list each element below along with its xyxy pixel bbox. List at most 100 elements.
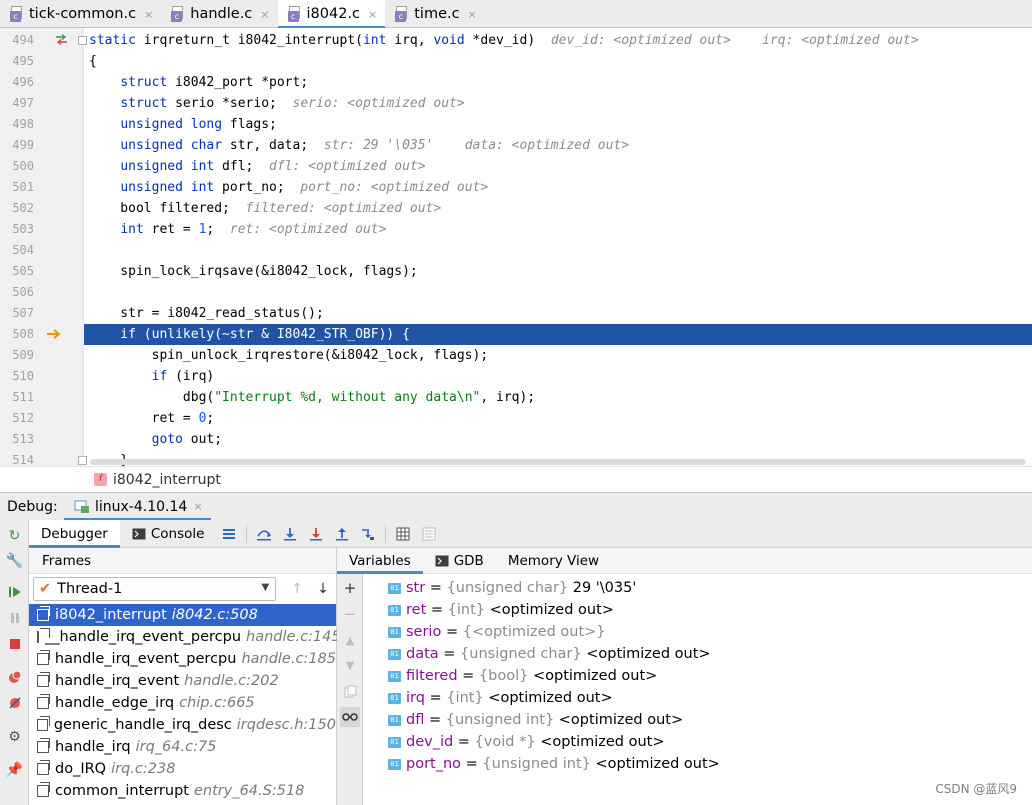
move-down-icon[interactable]: ▼ [340, 655, 360, 675]
variable-row[interactable]: 01 filtered = {bool} <optimized out> [388, 665, 657, 687]
line-number[interactable]: 510 [0, 366, 34, 387]
layout-menu-icon[interactable] [216, 520, 242, 548]
tab-gdb[interactable]: GDB [423, 548, 496, 574]
code-line[interactable]: 505 spin_lock_irqsave(&i8042_lock, flags… [0, 261, 1032, 282]
code-line[interactable]: 512 ret = 0; [0, 408, 1032, 429]
line-number[interactable]: 497 [0, 93, 34, 114]
code-line[interactable]: 499 unsigned char str, data; str: 29 '\0… [0, 135, 1032, 156]
code-line[interactable]: 506 [0, 282, 1032, 303]
debug-session-tab[interactable]: linux-4.10.14 × [64, 493, 211, 521]
line-number[interactable]: 506 [0, 282, 34, 303]
line-number[interactable]: 514 [0, 450, 34, 466]
line-number[interactable]: 507 [0, 303, 34, 324]
step-into-icon[interactable] [277, 520, 303, 548]
stack-frame-item[interactable]: handle_irq irq_64.c:75 [29, 736, 336, 758]
code-line[interactable]: 500 unsigned int dfl; dfl: <optimized ou… [0, 156, 1032, 177]
editor-tab[interactable]: c time.c × [385, 0, 485, 28]
line-number[interactable]: 505 [0, 261, 34, 282]
thread-select[interactable]: ✔ Thread-1 ▼ [33, 577, 277, 601]
mute-breakpoints-icon[interactable] [5, 693, 24, 712]
run-to-cursor-icon[interactable] [355, 520, 381, 548]
resume-icon[interactable] [5, 582, 24, 601]
stack-frame-item[interactable]: do_IRQ irq.c:238 [29, 758, 336, 780]
editor-tab[interactable]: c tick-common.c × [0, 0, 161, 28]
step-over-icon[interactable] [251, 520, 277, 548]
execution-point-line[interactable]: 508 if (unlikely(~str & I8042_STR_OBF)) … [0, 324, 1032, 345]
pin-icon[interactable]: 📌 [5, 760, 24, 779]
arrow-up-icon[interactable]: ↑ [284, 581, 310, 597]
variable-row[interactable]: 01 serio = {<optimized out>} [388, 621, 606, 643]
evaluate-expression-icon[interactable] [390, 520, 416, 548]
close-icon[interactable]: × [368, 8, 377, 21]
line-number[interactable]: 499 [0, 135, 34, 156]
close-icon[interactable]: × [260, 8, 269, 21]
variable-row[interactable]: 01 port_no = {unsigned int} <optimized ou… [388, 753, 720, 775]
code-editor[interactable]: 494 static irqreturn_t i8042_interrupt(in… [0, 28, 1032, 466]
close-icon[interactable]: × [468, 8, 477, 21]
tab-variables[interactable]: Variables [337, 548, 423, 574]
line-number[interactable]: 494 [0, 30, 34, 51]
wrench-icon[interactable]: 🔧 [5, 551, 24, 570]
stack-frame-item[interactable]: handle_irq_event_percpu handle.c:185 [29, 648, 336, 670]
stack-frame-item[interactable]: generic_handle_irq_desc irqdesc.h:150 [29, 714, 336, 736]
line-number[interactable]: 508 [0, 324, 34, 345]
line-number[interactable]: 504 [0, 240, 34, 261]
fold-marker-icon[interactable] [78, 36, 87, 45]
line-number[interactable]: 502 [0, 198, 34, 219]
variable-row[interactable]: 01 irq = {int} <optimized out> [388, 687, 613, 709]
line-number[interactable]: 513 [0, 429, 34, 450]
code-line[interactable]: 511 dbg("Interrupt %d, without any data\… [0, 387, 1032, 408]
code-line[interactable]: 502 bool filtered; filtered: <optimized … [0, 198, 1032, 219]
editor-tab[interactable]: c handle.c × [161, 0, 277, 28]
stack-frame-item[interactable]: handle_irq_event handle.c:202 [29, 670, 336, 692]
editor-horizontal-scrollbar[interactable] [90, 459, 1026, 465]
tab-memory-view[interactable]: Memory View [496, 548, 611, 574]
rerun-icon[interactable]: ↻ [5, 526, 24, 545]
stack-frame-item[interactable]: __handle_irq_event_percpu handle.c:145 [29, 626, 341, 648]
stack-frame-item[interactable]: handle_edge_irq chip.c:665 [29, 692, 336, 714]
stack-frame-item[interactable]: common_interrupt entry_64.S:518 [29, 780, 336, 802]
line-number[interactable]: 512 [0, 408, 34, 429]
variable-row[interactable]: 01 dev_id = {void *} <optimized out> [388, 731, 665, 753]
code-line[interactable]: 509 spin_unlock_irqrestore(&i8042_lock, … [0, 345, 1032, 366]
line-number[interactable]: 498 [0, 114, 34, 135]
stack-frame-item[interactable]: i8042_interrupt i8042.c:508 [29, 604, 336, 626]
force-step-into-icon[interactable] [303, 520, 329, 548]
line-number[interactable]: 509 [0, 345, 34, 366]
code-line[interactable]: 501 unsigned int port_no; port_no: <opti… [0, 177, 1032, 198]
code-line[interactable]: 496 struct i8042_port *port; [0, 72, 1032, 93]
code-line[interactable]: 495 { [0, 51, 1032, 72]
variable-row[interactable]: 01 dfl = {unsigned int} <optimized out> [388, 709, 683, 731]
tab-debugger[interactable]: Debugger [29, 519, 120, 548]
duplicate-watch-icon[interactable] [340, 681, 360, 701]
stop-icon[interactable] [5, 634, 24, 653]
show-watches-icon[interactable] [340, 707, 360, 727]
close-icon[interactable]: × [144, 8, 153, 21]
line-number[interactable]: 503 [0, 219, 34, 240]
code-line[interactable]: 497 struct serio *serio; serio: <optimiz… [0, 93, 1032, 114]
variable-row[interactable]: 01 str = {unsigned char} 29 '\035' [388, 577, 636, 599]
remove-watch-icon[interactable]: − [340, 604, 360, 624]
code-line[interactable]: 494 static irqreturn_t i8042_interrupt(in… [0, 30, 1032, 51]
pause-icon[interactable] [5, 608, 24, 627]
line-number[interactable]: 500 [0, 156, 34, 177]
code-line[interactable]: 513 goto out; [0, 429, 1032, 450]
tab-console[interactable]: Console [120, 520, 217, 548]
line-number[interactable]: 495 [0, 51, 34, 72]
view-breakpoints-icon[interactable] [5, 667, 24, 686]
variable-row[interactable]: 01 data = {unsigned char} <optimized out> [388, 643, 711, 665]
line-number[interactable]: 496 [0, 72, 34, 93]
line-number[interactable]: 511 [0, 387, 34, 408]
variable-row[interactable]: 01 ret = {int} <optimized out> [388, 599, 614, 621]
code-line[interactable]: 503 int ret = 1; ret: <optimized out> [0, 219, 1032, 240]
close-icon[interactable]: × [193, 500, 202, 513]
goto-declaration-icon[interactable] [55, 34, 68, 49]
add-watch-icon[interactable]: + [340, 578, 360, 598]
code-line[interactable]: 504 [0, 240, 1032, 261]
code-line[interactable]: 510 if (irq) [0, 366, 1032, 387]
fold-marker-icon[interactable] [78, 456, 87, 465]
arrow-down-icon[interactable]: ↓ [310, 581, 336, 597]
settings-icon[interactable]: ⚙ [5, 727, 24, 746]
breadcrumb[interactable]: f i8042_interrupt [0, 466, 1032, 492]
step-out-icon[interactable] [329, 520, 355, 548]
